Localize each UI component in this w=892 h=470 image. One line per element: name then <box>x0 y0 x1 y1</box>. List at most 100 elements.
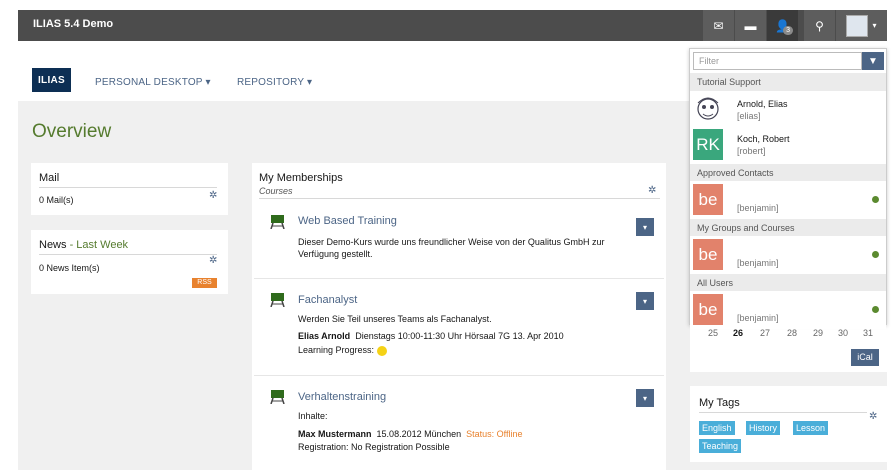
course-schedule: 15.08.2012 München <box>376 429 462 439</box>
contact-row[interactable]: RK Koch, Robert [robert] <box>690 126 886 164</box>
mail-block: Mail ✲ 0 Mail(s) <box>31 163 228 215</box>
online-status-icon <box>872 196 879 203</box>
course-tutor: Elias Arnold <box>298 331 351 341</box>
course-tutor: Max Mustermann <box>298 429 372 439</box>
avatar: RK <box>693 129 723 160</box>
memberships-subtitle: Courses <box>259 186 293 196</box>
contact-row[interactable]: be [benjamin] <box>690 236 886 274</box>
contacts-popover: Filter ▼ Tutorial Support Arnold, Elias … <box>689 48 887 329</box>
search-icon: ⚲ <box>815 18 824 33</box>
progress-label: Learning Progress: <box>298 345 375 355</box>
search-button[interactable]: ⚲ <box>804 10 835 41</box>
mail-block-title: Mail <box>39 172 60 184</box>
contact-name: Arnold, Elias <box>737 99 788 109</box>
chevron-down-icon: ▾ <box>642 222 647 232</box>
gear-icon[interactable]: ✲ <box>209 190 217 201</box>
news-block: News - Last Week ✲ 0 News Item(s) RSS <box>31 230 228 294</box>
calendar-day-today[interactable]: 26 <box>733 328 743 338</box>
section-tutorial-support: Tutorial Support <box>690 73 886 91</box>
calendar-day[interactable]: 31 <box>863 328 873 338</box>
contact-login: [benjamin] <box>737 313 779 323</box>
nav-repository[interactable]: REPOSITORY ▾ <box>237 77 312 88</box>
chat-button[interactable]: ▬ <box>735 10 766 41</box>
section-approved-contacts: Approved Contacts <box>690 164 886 182</box>
avatar: be <box>693 239 723 270</box>
avatar: be <box>693 184 723 215</box>
chat-icon: ▬ <box>744 18 757 33</box>
mail-button[interactable]: ✉ <box>703 10 734 41</box>
memberships-title: My Memberships <box>259 172 343 184</box>
course-icon <box>270 214 285 230</box>
course-meta-3: Max Mustermann 15.08.2012 München Status… <box>298 429 523 439</box>
tag-english[interactable]: English <box>699 421 735 435</box>
contact-row[interactable]: be [benjamin] <box>690 291 886 329</box>
contact-login: [benjamin] <box>737 258 779 268</box>
nav-personal-desktop[interactable]: PERSONAL DESKTOP ▾ <box>95 77 211 88</box>
course-actions-button[interactable]: ▾ <box>636 389 654 407</box>
rss-button[interactable]: RSS <box>192 278 217 288</box>
avatar <box>693 94 723 125</box>
news-count: 0 News Item(s) <box>39 263 100 273</box>
calendar-day[interactable]: 29 <box>813 328 823 338</box>
tag-history[interactable]: History <box>746 421 781 435</box>
learning-progress: Learning Progress: <box>298 345 387 356</box>
chevron-down-icon: ▾ <box>642 296 647 306</box>
chevron-down-icon: ▾ <box>642 393 647 403</box>
course-title-3[interactable]: Verhaltenstraining <box>298 391 386 403</box>
user-menu-button[interactable]: ▾ <box>836 10 887 41</box>
contacts-badge: 3 <box>783 26 793 35</box>
calendar-day[interactable]: 25 <box>708 328 718 338</box>
gear-icon[interactable]: ✲ <box>648 185 656 196</box>
online-status-icon <box>872 251 879 258</box>
calendar-day[interactable]: 30 <box>838 328 848 338</box>
contact-row[interactable]: Arnold, Elias [elias] <box>690 91 886 129</box>
app-title: ILIAS 5.4 Demo <box>33 18 114 30</box>
gear-icon[interactable]: ✲ <box>869 411 877 422</box>
course-desc-3: Inhalte: <box>298 411 328 421</box>
divider <box>39 254 217 255</box>
course-meta-2: Elias Arnold Dienstags 10:00-11:30 Uhr H… <box>298 331 564 341</box>
contact-login: [benjamin] <box>737 203 779 213</box>
chevron-down-icon: ▾ <box>872 21 877 30</box>
divider <box>254 278 664 279</box>
filter-icon: ▼ <box>868 55 878 67</box>
avatar: be <box>693 294 723 325</box>
mail-count: 0 Mail(s) <box>39 195 74 205</box>
course-registration: Registration: No Registration Possible <box>298 442 450 452</box>
divider <box>254 375 664 376</box>
status-badge: Status: Offline <box>466 429 523 439</box>
ical-button[interactable]: iCal <box>851 349 879 366</box>
filter-input[interactable]: Filter <box>693 52 862 70</box>
envelope-icon: ✉ <box>713 18 724 33</box>
gear-icon[interactable]: ✲ <box>209 255 217 266</box>
course-icon <box>270 292 285 308</box>
online-status-icon <box>872 306 879 313</box>
course-actions-button[interactable]: ▾ <box>636 292 654 310</box>
news-block-title: News <box>39 239 67 251</box>
page-title: Overview <box>32 121 112 142</box>
course-actions-button[interactable]: ▾ <box>636 218 654 236</box>
calendar-day[interactable]: 28 <box>787 328 797 338</box>
course-desc-2: Werden Sie Teil unseres Teams als Fachan… <box>298 314 492 324</box>
contact-row[interactable]: be [benjamin] <box>690 181 886 219</box>
avatar <box>846 14 869 37</box>
divider <box>699 412 867 413</box>
contacts-button[interactable]: 👤 3 <box>767 10 798 41</box>
course-schedule: Dienstags 10:00-11:30 Uhr Hörsaal 7G 13.… <box>355 331 564 341</box>
tag-teaching[interactable]: Teaching <box>699 439 742 453</box>
tags-title: My Tags <box>699 397 740 409</box>
contact-name: Koch, Robert <box>737 134 790 144</box>
progress-status-icon <box>376 345 387 356</box>
calendar-day[interactable]: 27 <box>760 328 770 338</box>
ilias-logo[interactable]: ILIAS <box>32 68 71 92</box>
section-groups-courses: My Groups and Courses <box>690 219 886 237</box>
contact-login: [elias] <box>737 111 761 121</box>
filter-button[interactable]: ▼ <box>862 52 884 70</box>
divider <box>259 198 660 199</box>
section-all-users: All Users <box>690 274 886 292</box>
course-title-2[interactable]: Fachanalyst <box>298 294 357 306</box>
course-icon <box>270 389 285 405</box>
news-block-subtitle: - Last Week <box>66 239 129 251</box>
tag-lesson[interactable]: Lesson <box>793 421 829 435</box>
course-title-1[interactable]: Web Based Training <box>298 215 397 227</box>
